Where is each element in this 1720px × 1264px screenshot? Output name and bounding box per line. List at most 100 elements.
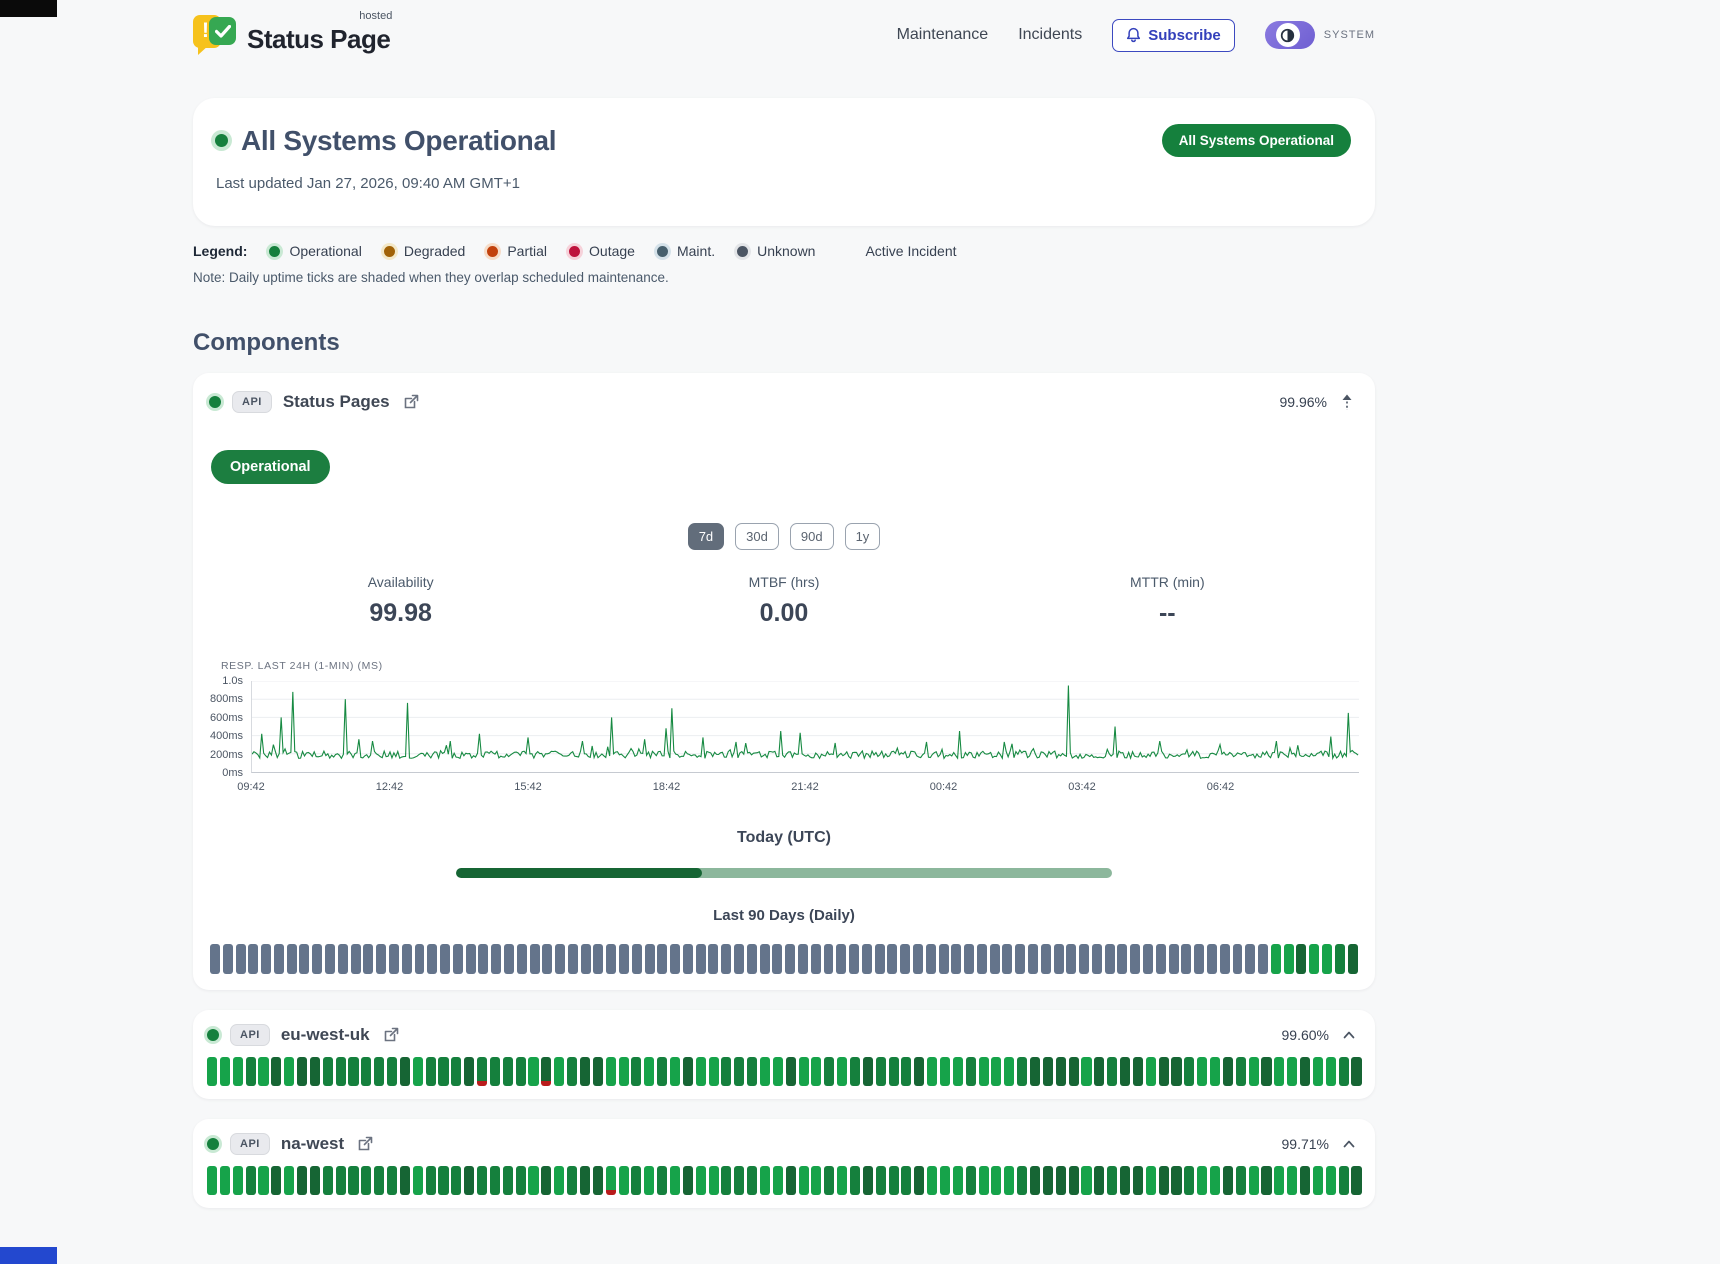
range-button-30d[interactable]: 30d: [735, 523, 779, 550]
external-link-icon[interactable]: [357, 1136, 373, 1152]
uptime-day-tick[interactable]: [1284, 944, 1294, 974]
uptime-day-tick[interactable]: [889, 1166, 899, 1195]
uptime-day-tick[interactable]: [323, 1057, 333, 1086]
uptime-day-tick[interactable]: [338, 944, 348, 974]
uptime-day-tick[interactable]: [811, 1057, 821, 1086]
uptime-day-tick[interactable]: [1351, 1166, 1361, 1195]
uptime-day-tick[interactable]: [310, 1166, 320, 1195]
uptime-day-tick[interactable]: [670, 1166, 680, 1195]
uptime-day-tick[interactable]: [1261, 1057, 1271, 1086]
uptime-day-tick[interactable]: [297, 1166, 307, 1195]
uptime-day-tick[interactable]: [1236, 1166, 1246, 1195]
uptime-day-tick[interactable]: [233, 1057, 243, 1086]
uptime-day-tick[interactable]: [389, 944, 399, 974]
uptime-day-tick[interactable]: [760, 1057, 770, 1086]
uptime-day-tick[interactable]: [299, 944, 309, 974]
uptime-day-tick[interactable]: [1133, 1057, 1143, 1086]
uptime-day-tick[interactable]: [850, 1057, 860, 1086]
uptime-day-tick[interactable]: [310, 1057, 320, 1086]
uptime-day-tick[interactable]: [1339, 1057, 1349, 1086]
uptime-day-tick[interactable]: [645, 944, 655, 974]
uptime-day-tick[interactable]: [1245, 944, 1255, 974]
uptime-day-tick[interactable]: [1030, 1057, 1040, 1086]
uptime-day-tick[interactable]: [271, 1166, 281, 1195]
uptime-day-tick[interactable]: [1107, 1057, 1117, 1086]
uptime-day-tick[interactable]: [541, 1057, 551, 1086]
uptime-day-tick[interactable]: [1004, 1166, 1014, 1195]
uptime-day-tick[interactable]: [271, 1057, 281, 1086]
expand-chevron-icon[interactable]: [1343, 1140, 1355, 1148]
uptime-day-tick[interactable]: [490, 1057, 500, 1086]
uptime-day-tick[interactable]: [926, 944, 936, 974]
uptime-day-tick[interactable]: [670, 1057, 680, 1086]
uptime-day-tick[interactable]: [593, 1166, 603, 1195]
uptime-day-tick[interactable]: [236, 944, 246, 974]
uptime-day-tick[interactable]: [721, 1166, 731, 1195]
uptime-day-tick[interactable]: [747, 1057, 757, 1086]
uptime-day-tick[interactable]: [786, 1166, 796, 1195]
uptime-day-tick[interactable]: [1300, 1166, 1310, 1195]
uptime-day-tick[interactable]: [889, 1057, 899, 1086]
uptime-day-tick[interactable]: [721, 1057, 731, 1086]
uptime-day-tick[interactable]: [1107, 1166, 1117, 1195]
uptime-day-tick[interactable]: [1030, 1166, 1040, 1195]
uptime-day-tick[interactable]: [528, 1057, 538, 1086]
uptime-day-tick[interactable]: [799, 1057, 809, 1086]
uptime-day-tick[interactable]: [1043, 1166, 1053, 1195]
uptime-day-tick[interactable]: [964, 944, 974, 974]
collapse-arrow-icon[interactable]: [1341, 394, 1353, 411]
uptime-day-tick[interactable]: [325, 944, 335, 974]
uptime-day-tick[interactable]: [297, 1057, 307, 1086]
uptime-day-tick[interactable]: [517, 944, 527, 974]
uptime-day-tick[interactable]: [1143, 944, 1153, 974]
uptime-day-tick[interactable]: [1105, 944, 1115, 974]
uptime-day-tick[interactable]: [1120, 1166, 1130, 1195]
uptime-day-tick[interactable]: [1159, 1166, 1169, 1195]
uptime-day-tick[interactable]: [734, 944, 744, 974]
uptime-day-tick[interactable]: [323, 1166, 333, 1195]
uptime-day-tick[interactable]: [210, 944, 220, 974]
uptime-day-tick[interactable]: [632, 944, 642, 974]
uptime-day-tick[interactable]: [387, 1166, 397, 1195]
uptime-day-tick[interactable]: [1056, 1057, 1066, 1086]
uptime-day-tick[interactable]: [1169, 944, 1179, 974]
uptime-day-tick[interactable]: [657, 944, 667, 974]
uptime-day-tick[interactable]: [657, 1166, 667, 1195]
uptime-day-tick[interactable]: [1287, 1166, 1297, 1195]
uptime-day-tick[interactable]: [1171, 1057, 1181, 1086]
uptime-day-tick[interactable]: [427, 944, 437, 974]
uptime-day-tick[interactable]: [799, 1166, 809, 1195]
uptime-day-tick[interactable]: [940, 1166, 950, 1195]
uptime-day-tick[interactable]: [631, 1166, 641, 1195]
uptime-day-tick[interactable]: [683, 1057, 693, 1086]
uptime-day-tick[interactable]: [772, 944, 782, 974]
uptime-day-tick[interactable]: [747, 944, 757, 974]
uptime-day-tick[interactable]: [837, 1057, 847, 1086]
uptime-day-tick[interactable]: [464, 1166, 474, 1195]
uptime-day-tick[interactable]: [940, 1057, 950, 1086]
uptime-day-tick[interactable]: [811, 944, 821, 974]
uptime-day-tick[interactable]: [1081, 1057, 1091, 1086]
uptime-day-tick[interactable]: [939, 944, 949, 974]
uptime-day-tick[interactable]: [1339, 1166, 1349, 1195]
uptime-day-tick[interactable]: [1094, 1057, 1104, 1086]
uptime-day-tick[interactable]: [274, 944, 284, 974]
uptime-day-tick[interactable]: [1056, 1166, 1066, 1195]
uptime-day-tick[interactable]: [555, 944, 565, 974]
uptime-day-tick[interactable]: [901, 1166, 911, 1195]
uptime-day-tick[interactable]: [696, 944, 706, 974]
uptime-day-tick[interactable]: [709, 1166, 719, 1195]
uptime-day-tick[interactable]: [1210, 1057, 1220, 1086]
uptime-day-tick[interactable]: [951, 944, 961, 974]
uptime-day-tick[interactable]: [220, 1057, 230, 1086]
uptime-day-tick[interactable]: [953, 1166, 963, 1195]
uptime-day-tick[interactable]: [876, 1166, 886, 1195]
uptime-day-tick[interactable]: [453, 944, 463, 974]
uptime-day-tick[interactable]: [619, 1166, 629, 1195]
uptime-day-tick[interactable]: [248, 944, 258, 974]
uptime-day-tick[interactable]: [619, 1057, 629, 1086]
uptime-ticks-status-pages[interactable]: [210, 944, 1358, 974]
uptime-day-tick[interactable]: [1313, 1166, 1323, 1195]
uptime-day-tick[interactable]: [1348, 944, 1358, 974]
uptime-day-tick[interactable]: [824, 944, 834, 974]
